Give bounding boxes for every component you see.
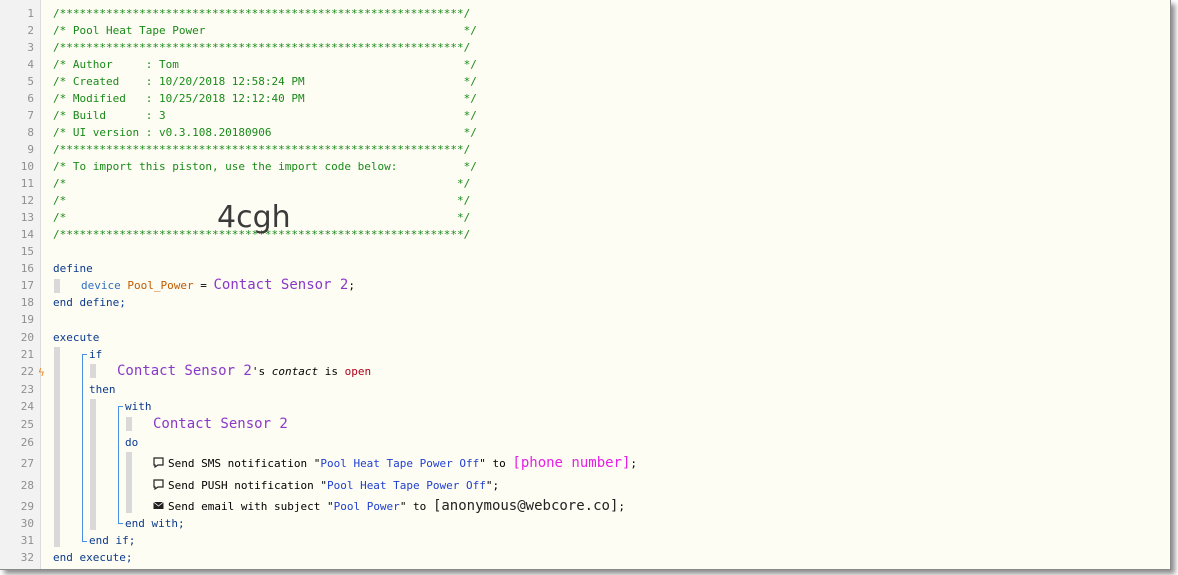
if-block-bracket-bottom	[82, 541, 87, 542]
with-block-bracket-top	[118, 406, 123, 407]
with-device-link[interactable]: Contact Sensor 2	[153, 416, 288, 433]
code-line-24: 24 with	[20, 400, 152, 413]
comment-icon	[153, 457, 164, 468]
code-line-12: 12/* */	[20, 194, 471, 207]
action-sms[interactable]: Send SMS notification "Pool Heat Tape Po…	[153, 455, 637, 472]
indent-guide	[126, 417, 132, 431]
code-line-2: 2/* Pool Heat Tape Power */	[27, 24, 477, 37]
code-line-4: 4/* Author : Tom */	[27, 58, 477, 71]
code-line-30: 30 end with;	[20, 517, 185, 530]
code-line-15: 15	[20, 245, 34, 258]
code-line-11: 11/* */	[20, 177, 471, 190]
indent-guide	[54, 279, 60, 293]
action-email[interactable]: Send email with subject "Pool Power" to …	[153, 498, 625, 515]
code-line-22: 22 Contact Sensor 2's contact is open	[20, 363, 372, 379]
code-line-31: 31 end if;	[20, 534, 136, 547]
code-line-9: 9/**************************************…	[27, 143, 471, 156]
with-block-bracket-bottom	[118, 523, 123, 524]
code-line-20: 20 execute	[20, 331, 100, 344]
code-line-5: 5/* Created : 10/20/2018 12:58:24 PM */	[27, 75, 477, 88]
code-line-17: 17 device Pool_Power = Contact Sensor 2;	[20, 277, 355, 293]
code-line-6: 6/* Modified : 10/25/2018 12:12:40 PM */	[27, 92, 477, 105]
code-line-32: 32 end execute;	[20, 551, 133, 564]
code-line-13: 13/* */	[20, 211, 471, 224]
code-line-7: 7/* Build : 3 */	[27, 109, 477, 122]
action-push[interactable]: Send PUSH notification "Pool Heat Tape P…	[153, 477, 499, 494]
code-line-3: 3/**************************************…	[27, 41, 471, 54]
variable-name[interactable]: Pool_Power	[127, 279, 193, 292]
if-block-bracket	[82, 354, 83, 542]
code-line-1: 1/**************************************…	[27, 7, 471, 20]
device-link[interactable]: Contact Sensor 2	[213, 277, 348, 293]
code-editor: 1/**************************************…	[0, 0, 1171, 570]
indent-guide	[54, 347, 60, 547]
code-line-25: 25 Contact Sensor 2	[20, 416, 288, 433]
indent-guide	[90, 399, 96, 530]
condition-device-link[interactable]: Contact Sensor 2	[117, 363, 252, 379]
indent-guide	[90, 364, 96, 378]
code-line-8: 8/* UI version : v0.3.108.20180906 */	[27, 126, 477, 139]
code-line-21: 21 if	[20, 348, 103, 361]
phone-number-placeholder[interactable]: [phone number]	[512, 455, 630, 471]
with-block-bracket	[118, 406, 119, 524]
code-line-16: 16 define	[20, 262, 93, 275]
code-line-29: 29 Send email with subject "Pool Power" …	[20, 498, 625, 515]
import-code: 4cgh	[217, 200, 291, 235]
code-line-26: 26 do	[20, 436, 139, 449]
code-line-19: 19	[20, 313, 34, 326]
if-block-bracket-top	[82, 354, 87, 355]
indent-guide	[126, 452, 132, 513]
condition-attribute: contact	[271, 365, 319, 378]
code-line-10: 10/* To import this piston, use the impo…	[20, 160, 477, 173]
comment-icon	[153, 479, 164, 490]
device-keyword: device	[81, 279, 121, 292]
condition-value: open	[344, 365, 372, 378]
envelope-icon	[153, 501, 164, 509]
code-line-14: 14/*************************************…	[20, 228, 471, 241]
trigger-bolt-icon: ϟ	[38, 366, 45, 379]
code-line-23: 23 then	[20, 383, 116, 396]
code-line-27: 27 Send SMS notification "Pool Heat Tape…	[20, 455, 638, 472]
email-address[interactable]: [anonymous@webcore.co]	[433, 498, 618, 514]
code-line-18: 18 end define;	[20, 296, 126, 309]
code-line-28: 28 Send PUSH notification "Pool Heat Tap…	[20, 477, 500, 494]
